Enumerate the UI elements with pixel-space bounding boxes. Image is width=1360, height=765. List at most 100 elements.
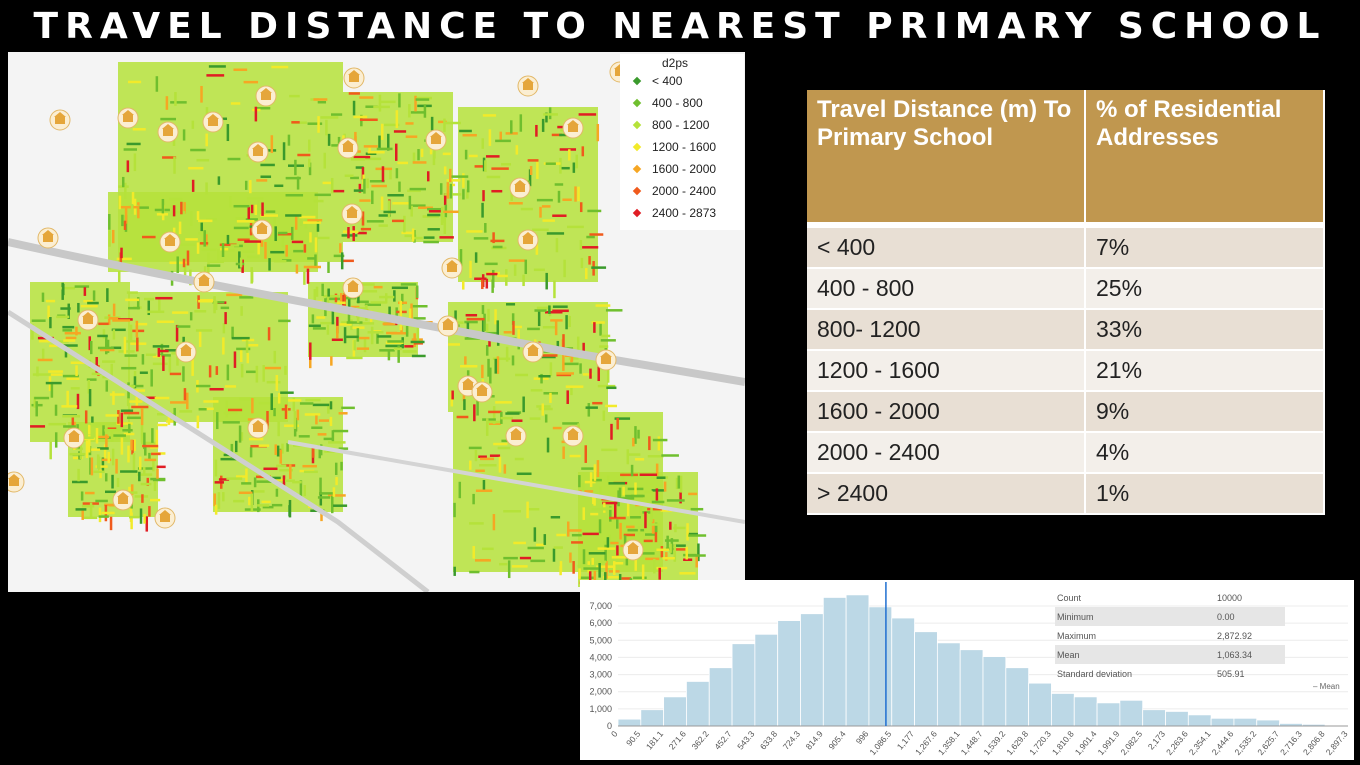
street-segment <box>196 415 200 429</box>
street-segment <box>466 180 470 193</box>
street-segment <box>250 204 254 214</box>
street-segment <box>246 370 257 374</box>
street-segment <box>383 210 396 214</box>
street-segment <box>481 364 484 379</box>
street-segment <box>291 240 304 244</box>
street-segment <box>214 481 224 484</box>
street-segment <box>56 315 70 319</box>
street-segment <box>208 365 212 378</box>
street-segment <box>261 202 264 216</box>
street-segment <box>102 360 116 363</box>
x-tick-label: 814.9 <box>804 729 826 752</box>
street-segment <box>343 327 347 344</box>
street-segment <box>186 250 190 266</box>
street-segment <box>491 167 509 170</box>
street-segment <box>606 386 617 390</box>
street-segment <box>679 475 683 493</box>
street-segment <box>90 457 94 476</box>
street-segment <box>156 465 166 469</box>
street-segment <box>466 317 485 321</box>
school-building-icon <box>255 85 277 107</box>
street-segment <box>331 189 345 193</box>
street-segment <box>180 201 183 215</box>
street-segment <box>469 260 472 278</box>
street-segment <box>331 495 334 514</box>
street-segment <box>125 298 140 302</box>
street-segment <box>128 306 140 310</box>
street-segment <box>609 516 626 520</box>
street-segment <box>85 440 89 459</box>
street-segment <box>303 271 306 285</box>
street-segment <box>610 541 619 545</box>
street-segment <box>126 416 143 420</box>
street-segment <box>543 113 558 116</box>
street-segment <box>153 481 157 491</box>
street-segment <box>398 301 408 305</box>
street-segment <box>206 74 225 77</box>
street-segment <box>214 459 218 477</box>
street-segment <box>536 161 539 179</box>
street-segment <box>494 358 498 374</box>
street-segment <box>472 546 475 559</box>
street-segment <box>319 492 333 495</box>
street-segment <box>326 324 330 335</box>
legend-swatch <box>632 186 642 196</box>
street-segment <box>339 243 342 253</box>
street-segment <box>196 211 200 220</box>
x-tick-label: 362.2 <box>689 729 711 752</box>
street-segment <box>482 479 486 491</box>
street-segment <box>500 416 513 420</box>
street-segment <box>685 546 688 560</box>
street-segment <box>644 511 647 529</box>
street-segment <box>486 272 498 276</box>
street-segment <box>380 123 384 140</box>
street-segment <box>124 354 138 357</box>
street-segment <box>222 492 225 502</box>
street-segment <box>596 123 600 142</box>
street-segment <box>270 135 274 154</box>
street-segment <box>322 294 340 298</box>
street-segment <box>140 482 152 486</box>
street-segment <box>656 548 670 552</box>
street-segment <box>246 352 250 364</box>
street-segment <box>303 485 307 497</box>
street-segment <box>172 205 176 217</box>
street-segment <box>481 279 484 290</box>
street-segment <box>485 323 489 332</box>
street-segment <box>512 320 515 335</box>
street-segment <box>104 473 108 482</box>
street-segment <box>597 547 616 550</box>
street-segment <box>505 346 509 362</box>
street-segment <box>392 219 404 223</box>
street-segment <box>426 171 430 182</box>
street-segment <box>581 246 599 249</box>
street-segment <box>459 129 472 133</box>
street-segment <box>226 293 243 297</box>
legend-swatch <box>632 164 642 174</box>
street-segment <box>196 384 211 388</box>
school-building-body <box>69 435 79 442</box>
street-segment <box>129 324 133 342</box>
distance-map[interactable]: d2ps < 400 400 - 800 800 - 1200 1200 - 1… <box>8 52 745 592</box>
street-segment <box>88 389 92 407</box>
school-building-body <box>181 349 191 356</box>
street-segment <box>306 268 310 284</box>
school-building-body <box>348 285 358 292</box>
street-segment <box>230 102 241 105</box>
street-segment <box>188 166 204 170</box>
street-segment <box>637 429 640 439</box>
street-segment <box>473 404 476 422</box>
street-segment <box>284 479 295 482</box>
street-segment <box>307 257 317 260</box>
street-segment <box>69 452 86 456</box>
street-segment <box>84 410 88 424</box>
street-segment <box>371 190 374 205</box>
street-segment <box>251 397 254 414</box>
street-segment <box>496 320 500 337</box>
x-tick-labels: 0 90.5 181.1 271.6 362.2 452.7 543.3 633.8 724.3… <box>609 729 1350 757</box>
school-building-icon <box>425 129 447 151</box>
street-segment <box>120 247 123 259</box>
street-segment <box>196 242 200 254</box>
street-segment <box>527 159 539 162</box>
street-segment <box>277 231 288 235</box>
